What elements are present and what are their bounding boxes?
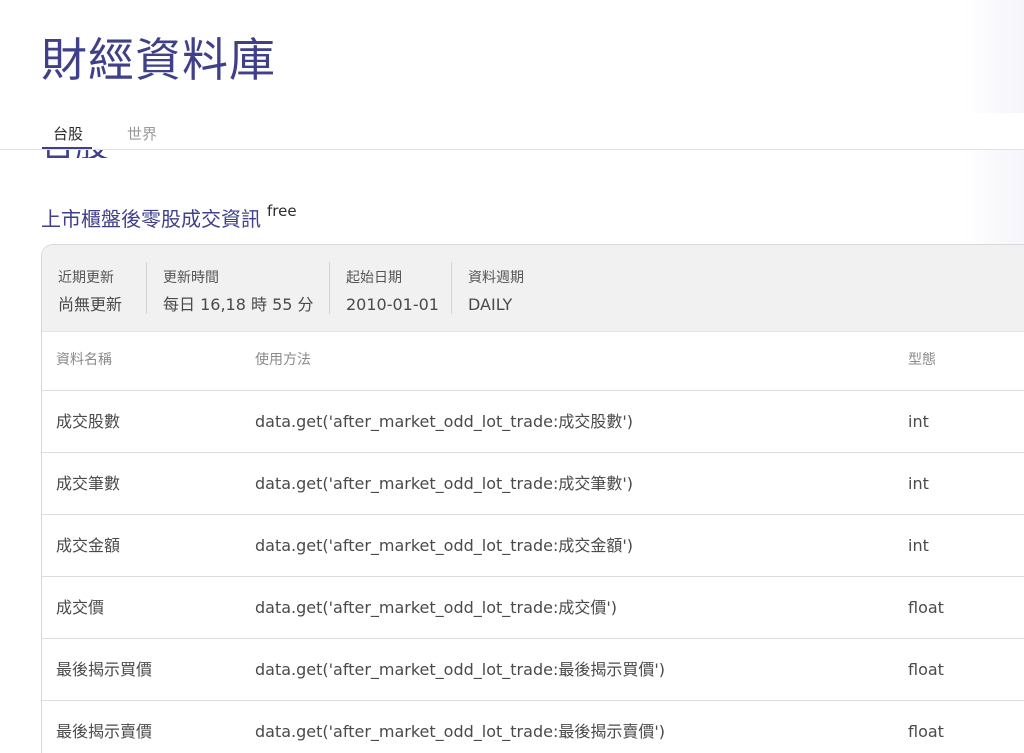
page-title: 財經資料庫 [41,33,276,87]
meta-recent-update: 近期更新 尚無更新 [42,262,146,314]
field-name: 最後揭示賣價 [56,722,153,741]
field-name: 成交金額 [56,536,121,555]
field-usage[interactable]: data.get('after_market_odd_lot_trade:成交筆… [255,474,633,494]
active-tab-indicator [42,147,92,149]
meta-update-time: 更新時間 每日 16,18 時 55 分 [146,262,331,314]
field-name: 成交筆數 [56,474,121,493]
field-name: 成交股數 [56,412,121,431]
meta-data-frequency: 資料週期 DAILY [451,262,572,314]
meta-label: 近期更新 [58,270,114,286]
field-usage[interactable]: data.get('after_market_odd_lot_trade:成交股… [255,412,633,432]
meta-start-date: 起始日期 2010-01-01 [329,262,452,314]
dataset-meta-bar: 近期更新 尚無更新 更新時間 每日 16,18 時 55 分 起始日期 2010… [42,245,1024,332]
meta-value: DAILY [468,295,513,314]
meta-label: 起始日期 [346,270,402,286]
page: 財經資料庫 台股 台股 世界 上市櫃盤後零股成交資訊 free 近期更新 尚無更新… [0,0,1024,753]
field-name: 成交價 [56,598,105,617]
table-row: 成交金額 data.get('after_market_odd_lot_trad… [42,515,1024,577]
meta-label: 資料週期 [468,270,524,286]
table-row: 成交筆數 data.get('after_market_odd_lot_trad… [42,453,1024,515]
dataset-card: 近期更新 尚無更新 更新時間 每日 16,18 時 55 分 起始日期 2010… [41,244,1024,753]
tab-taiwan-stocks[interactable]: 台股 [53,124,83,144]
table-row: 成交價 data.get('after_market_odd_lot_trade… [42,577,1024,639]
tab-bar: 台股 世界 [0,113,1024,150]
column-header-name: 資料名稱 [56,352,112,368]
column-header-usage: 使用方法 [255,352,311,368]
meta-label: 更新時間 [163,270,219,286]
field-usage[interactable]: data.get('after_market_odd_lot_trade:最後揭… [255,722,665,742]
field-type: int [908,412,929,431]
tab-world[interactable]: 世界 [127,124,157,144]
field-type: float [908,722,944,741]
table-row: 最後揭示買價 data.get('after_market_odd_lot_tr… [42,639,1024,701]
column-header-type: 型態 [908,352,936,368]
table-row: 成交股數 data.get('after_market_odd_lot_trad… [42,391,1024,453]
field-usage[interactable]: data.get('after_market_odd_lot_trade:成交價… [255,598,617,618]
field-type: int [908,536,929,555]
table-header: 資料名稱 使用方法 型態 [42,331,1024,391]
field-usage[interactable]: data.get('after_market_odd_lot_trade:最後揭… [255,660,665,680]
meta-value: 每日 16,18 時 55 分 [163,295,314,314]
dataset-title[interactable]: 上市櫃盤後零股成交資訊 free [41,202,297,236]
field-usage[interactable]: data.get('after_market_odd_lot_trade:成交金… [255,536,633,556]
field-type: int [908,474,929,493]
table-row: 最後揭示賣價 data.get('after_market_odd_lot_tr… [42,701,1024,753]
dataset-title-text[interactable]: 上市櫃盤後零股成交資訊 [41,207,261,231]
field-name: 最後揭示買價 [56,660,153,679]
field-type: float [908,660,944,679]
free-badge: free [267,202,297,220]
field-type: float [908,598,944,617]
meta-value: 尚無更新 [58,295,123,314]
fields-table: 資料名稱 使用方法 型態 成交股數 data.get('after_market… [42,331,1024,753]
meta-value: 2010-01-01 [346,295,439,314]
